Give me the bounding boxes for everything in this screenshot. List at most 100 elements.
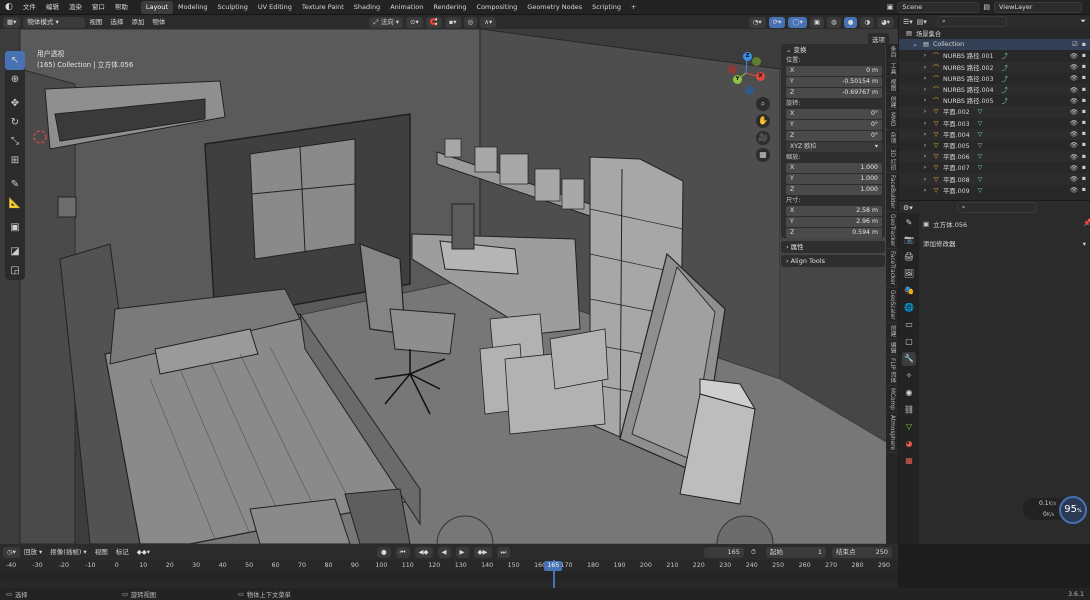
expand-icon[interactable]: › xyxy=(921,97,929,104)
properties-panel-header[interactable]: › 属性 xyxy=(781,241,885,253)
camera-icon[interactable]: ▪ xyxy=(1082,130,1086,138)
eye-icon[interactable]: 👁 xyxy=(1070,108,1078,116)
mesh-data-icon[interactable]: ▽ xyxy=(978,131,983,138)
ortho-toggle-icon[interactable]: ▦ xyxy=(756,148,770,162)
add-modifier-dropdown[interactable]: 添加修改器 ▾ xyxy=(923,239,1086,250)
menu-file[interactable]: 文件 xyxy=(18,0,41,15)
expand-icon[interactable]: › xyxy=(921,131,929,138)
playback-menu[interactable]: 回放 ▾ xyxy=(20,545,46,559)
eye-icon[interactable]: 👁 xyxy=(1070,97,1078,105)
checkbox-icon[interactable]: ☑ xyxy=(1072,41,1078,48)
keyframe-icons[interactable]: ◆◆▾ xyxy=(133,545,154,559)
dimensions-x-field[interactable]: X 2.58 m xyxy=(786,206,882,216)
expand-icon[interactable]: › xyxy=(921,187,929,194)
modifier-icon[interactable]: ⤴ xyxy=(1002,74,1008,83)
tab-modeling[interactable]: Modeling xyxy=(173,1,213,14)
pin-icon[interactable]: 📌 xyxy=(1083,219,1090,227)
menu-object[interactable]: 物体 xyxy=(148,15,169,29)
transform-header[interactable]: ⌄ 变换 xyxy=(781,44,885,56)
shading-solid-icon[interactable]: ● xyxy=(843,16,858,28)
properties-search-input[interactable]: ⌕ xyxy=(956,202,1037,213)
mesh-data-icon[interactable]: ▽ xyxy=(978,142,983,149)
scale-x-field[interactable]: X 1.000 xyxy=(786,163,882,173)
shading-rendered-icon[interactable]: ◕▾ xyxy=(877,16,894,28)
prev-keyframe-icon[interactable]: ◀◆ xyxy=(414,546,433,558)
measure-icon[interactable]: 📐 xyxy=(5,194,25,213)
modifier-tab-icon[interactable]: 🔧 xyxy=(902,352,916,366)
cursor-icon[interactable]: ⊕ xyxy=(5,70,25,89)
snap-target-icon[interactable]: ▪▾ xyxy=(444,16,461,28)
tab-mcomp[interactable]: MComp xyxy=(886,386,898,414)
shading-material-icon[interactable]: ◑ xyxy=(860,16,875,28)
outliner-item[interactable]: › ▽ 平面.007 ▽ 👁 ▪ xyxy=(899,162,1090,173)
editor-type-icon[interactable]: ▦▾ xyxy=(3,16,21,28)
start-frame-field[interactable]: 起始 1 xyxy=(766,546,826,558)
eye-icon[interactable]: 👁 xyxy=(1070,153,1078,161)
transform-orientation-dropdown[interactable]: ⤢ 法向 ▾ xyxy=(369,16,404,28)
jump-start-icon[interactable]: ⏮ xyxy=(395,546,410,558)
gizmo-z-axis[interactable]: Z xyxy=(743,52,752,61)
outliner-collection[interactable]: ⌄ ▤ Collection ☑ ▪ xyxy=(899,39,1090,51)
physics-tab-icon[interactable]: ◉ xyxy=(902,386,916,400)
camera-icon[interactable]: ▪ xyxy=(1082,175,1086,183)
camera-icon[interactable]: ▪ xyxy=(1082,86,1086,94)
marker-menu[interactable]: 标记 xyxy=(112,545,133,559)
shading-wireframe-icon[interactable]: ◍ xyxy=(827,16,841,28)
outliner-item[interactable]: › ⌒ NURBS 路径.001 ⤴ 👁 ▪ xyxy=(899,50,1090,61)
eye-icon[interactable]: 👁 xyxy=(1070,175,1078,183)
pivot-icon[interactable]: ⊙▾ xyxy=(406,16,423,28)
world-tab-icon[interactable]: 🌐 xyxy=(902,301,916,315)
play-icon[interactable]: ▶ xyxy=(455,546,469,558)
camera-icon[interactable]: ▪ xyxy=(1082,52,1086,60)
menu-help[interactable]: 帮助 xyxy=(110,0,133,15)
tab-mmd[interactable]: MMD xyxy=(886,110,898,130)
camera-icon[interactable]: ▪ xyxy=(1082,119,1086,127)
play-reverse-icon[interactable]: ◀ xyxy=(437,546,451,558)
tab-view[interactable]: 视图 xyxy=(886,77,898,94)
tab-tool[interactable]: 工具 xyxy=(886,61,898,78)
tab-layout[interactable]: Layout xyxy=(140,0,173,14)
eye-icon[interactable]: 👁 xyxy=(1070,130,1078,138)
tab-compositing[interactable]: Compositing xyxy=(472,1,523,14)
eye-icon[interactable]: 👁 xyxy=(1070,63,1078,71)
outliner-item[interactable]: › ▽ 平面.003 ▽ 👁 ▪ xyxy=(899,118,1090,129)
camera-view-icon[interactable]: 🎥 xyxy=(756,131,770,145)
mesh-data-icon[interactable]: ▽ xyxy=(978,108,983,115)
tab-shading[interactable]: Shading xyxy=(349,1,385,14)
tab-rendering[interactable]: Rendering xyxy=(428,1,471,14)
tab-atmosphere[interactable]: Atmosphere xyxy=(886,413,898,454)
expand-icon[interactable]: › xyxy=(921,86,929,93)
output-tab-icon[interactable]: 🖨 xyxy=(902,250,916,264)
expand-icon[interactable]: › xyxy=(921,176,929,183)
location-x-field[interactable]: X 0 m xyxy=(786,66,882,76)
add-workspace-button[interactable]: + xyxy=(626,1,641,14)
menu-view[interactable]: 视图 xyxy=(85,15,106,29)
jump-end-icon[interactable]: ⏭ xyxy=(496,546,511,558)
scale-icon[interactable]: ⤡ xyxy=(5,132,25,151)
shear-icon[interactable]: ◪ xyxy=(5,242,25,261)
mesh-data-icon[interactable]: ▽ xyxy=(978,187,983,194)
modifier-icon[interactable]: ⤴ xyxy=(1002,96,1008,105)
cpu-percent-badge[interactable]: 95% xyxy=(1059,496,1087,524)
tab-geotracker[interactable]: GeoTracker xyxy=(886,212,898,250)
tab-texture-paint[interactable]: Texture Paint xyxy=(297,1,349,14)
outliner-item[interactable]: › ⌒ NURBS 路径.002 ⤴ 👁 ▪ xyxy=(899,61,1090,73)
outliner-item[interactable]: › ▽ 平面.008 ▽ 👁 ▪ xyxy=(899,173,1090,185)
camera-icon[interactable]: ▪ xyxy=(1082,186,1086,194)
playhead-frame-label[interactable]: 165 xyxy=(544,561,563,571)
outliner-item[interactable]: › ▽ 平面.002 ▽ 👁 ▪ xyxy=(899,106,1090,118)
collection-tab-icon[interactable]: ▭ xyxy=(902,318,916,332)
snap-icon[interactable]: 🧲 xyxy=(425,16,442,28)
falloff-icon[interactable]: ∧▾ xyxy=(480,16,497,28)
eye-icon[interactable]: 👁 xyxy=(1070,52,1078,60)
camera-icon[interactable]: ▪ xyxy=(1082,74,1086,82)
eye-icon[interactable]: 👁 xyxy=(1070,74,1078,82)
eye-icon[interactable]: 👁 xyxy=(1070,119,1078,127)
expand-icon[interactable]: › xyxy=(921,120,929,127)
add-cube-icon[interactable]: ▣ xyxy=(5,218,25,237)
location-y-field[interactable]: Y -0.50154 m xyxy=(786,77,882,87)
visibility-icon[interactable]: ◔▾ xyxy=(748,16,766,28)
scale-y-field[interactable]: Y 1.000 xyxy=(786,174,882,184)
view-layer-tab-icon[interactable]: 🖼 xyxy=(902,267,916,281)
outliner-item[interactable]: › ⌒ NURBS 路径.003 ⤴ 👁 ▪ xyxy=(899,73,1090,84)
